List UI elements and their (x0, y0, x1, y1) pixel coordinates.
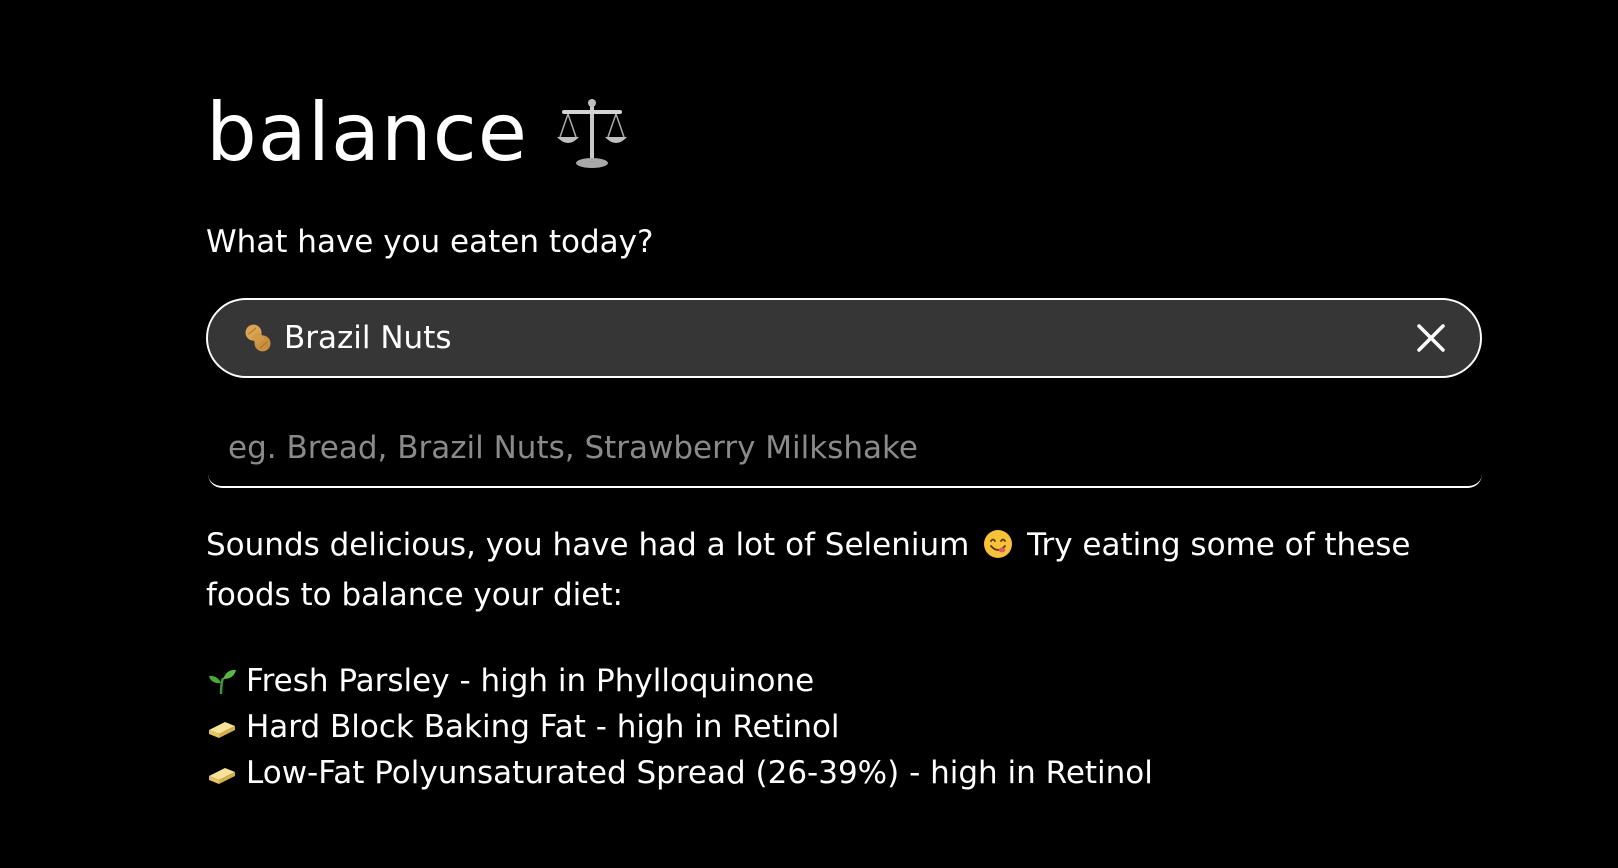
butter-icon (206, 757, 238, 789)
app-page: balance What have you eaten today? Brazi… (0, 0, 1618, 868)
selected-food-chip[interactable]: Brazil Nuts (206, 298, 1482, 378)
recommendation-label: Low-Fat Polyunsaturated Spread (26-39%) … (246, 755, 1153, 791)
balance-scale-icon (552, 93, 632, 173)
app-title: balance (206, 86, 528, 179)
peanut-icon (240, 320, 276, 356)
header: balance (206, 78, 632, 188)
recommendation-list: Fresh Parsley - high in Phylloquinone Ha… (206, 658, 1486, 796)
list-item: Fresh Parsley - high in Phylloquinone (206, 658, 1486, 704)
seedling-icon (206, 665, 238, 697)
recommendation-label: Fresh Parsley - high in Phylloquinone (246, 663, 815, 699)
remove-food-button[interactable] (1412, 319, 1450, 357)
food-search-input[interactable] (208, 410, 1482, 488)
recommendation-label: Hard Block Baking Fat - high in Retinol (246, 709, 840, 745)
butter-icon (206, 711, 238, 743)
suggestion-text-before: Sounds delicious, you have had a lot of … (206, 527, 970, 563)
prompt-question: What have you eaten today? (206, 224, 654, 260)
face-savoring-food-icon (983, 526, 1013, 572)
suggestion-message: Sounds delicious, you have had a lot of … (206, 522, 1486, 618)
list-item: Hard Block Baking Fat - high in Retinol (206, 704, 1486, 750)
list-item: Low-Fat Polyunsaturated Spread (26-39%) … (206, 750, 1486, 796)
selected-food-label: Brazil Nuts (284, 320, 452, 356)
close-icon (1417, 324, 1445, 352)
